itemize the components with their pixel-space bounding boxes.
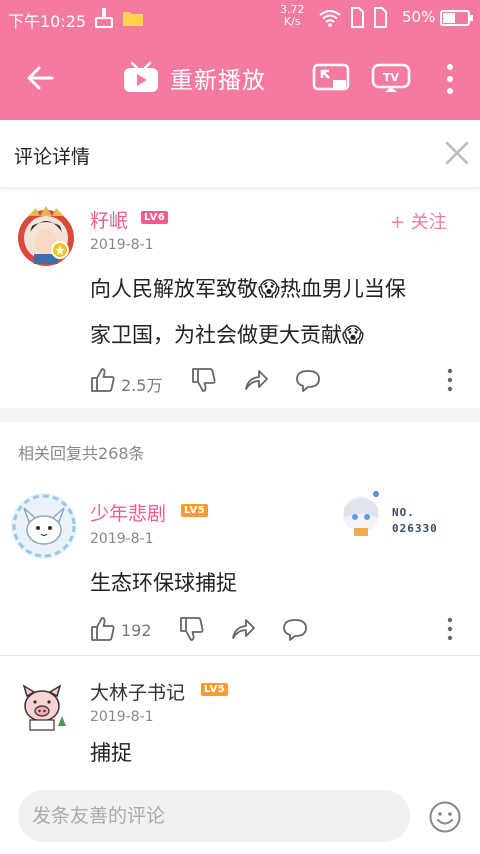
status-bar: 下午10:25 3.72 K/s 50% [0, 0, 480, 36]
level-badge: LV5 [201, 683, 229, 696]
emoji-icon[interactable] [428, 800, 462, 834]
sim-signal-icon [351, 7, 364, 28]
like-icon[interactable] [90, 616, 116, 642]
reply-username[interactable]: 大林子书记 [90, 678, 185, 705]
close-icon[interactable] [444, 140, 470, 166]
dislike-icon[interactable] [179, 616, 205, 642]
like-count: 192 [121, 621, 152, 640]
comment-input-bar: 发条友善的评论 [0, 782, 480, 854]
replay-button-label[interactable]: 重新播放 [170, 61, 266, 95]
reply-comment-icon[interactable] [295, 367, 321, 393]
wifi-icon [319, 10, 341, 27]
reply-divider [0, 655, 480, 656]
cast-tv-icon[interactable]: TV [371, 63, 411, 93]
comment-text-line: 向人民解放军致敬😱热血男儿当保 [90, 277, 406, 301]
reply-more-icon[interactable] [446, 617, 454, 641]
comment-detail-header: 评论详情 [0, 120, 480, 188]
cleaner-icon [95, 8, 113, 28]
app-bar: 重新播放 TV [0, 36, 480, 120]
folder-icon [123, 12, 143, 26]
comment-text: 向人民解放军致敬😱热血男儿当保 家卫国，为社会做更大贡献😱 [90, 266, 406, 358]
reply-item: 少年悲剧 LV5 NO. 026330 2019-8-1 生态环保球捕捉 192 [0, 488, 480, 654]
network-speed: 3.72 K/s [280, 3, 305, 28]
reply-text: 生态环保球捕捉 [90, 571, 237, 595]
section-divider [0, 408, 480, 422]
badge-number: 026330 [392, 522, 438, 535]
like-count: 2.5万 [121, 376, 163, 395]
comment-detail-title: 评论详情 [14, 146, 91, 168]
dislike-icon[interactable] [191, 367, 217, 393]
reply-username[interactable]: 少年悲剧 [90, 499, 166, 526]
reply-item: 大林子书记 LV5 2019-8-1 捕捉 [0, 670, 480, 782]
comment-username[interactable]: 籽岷 [90, 206, 128, 233]
more-vertical-icon[interactable] [440, 62, 460, 96]
level-badge: LV6 [141, 211, 169, 224]
battery-icon [440, 10, 473, 26]
battery-percent: 50% [402, 8, 436, 26]
comment-more-icon[interactable] [446, 368, 454, 392]
main-comment: 籽岷 LV6 + 关注 2019-8-1 向人民解放军致敬😱热血男儿当保 家卫国… [0, 188, 480, 408]
reply-date: 2019-8-1 [90, 531, 154, 547]
avatar[interactable] [14, 204, 78, 268]
level-badge: LV5 [181, 504, 209, 517]
status-time: 下午10:25 [8, 12, 87, 31]
badge-no-label: NO. [392, 506, 415, 519]
avatar[interactable] [10, 492, 78, 560]
reply-date: 2019-8-1 [90, 709, 154, 725]
sim-signal-icon-2 [374, 7, 387, 28]
comment-date: 2019-8-1 [90, 237, 154, 253]
picture-in-picture-icon[interactable] [312, 63, 350, 93]
comment-input[interactable]: 发条友善的评论 [18, 790, 410, 842]
reply-text: 捕捉 [90, 741, 132, 765]
like-icon[interactable] [90, 367, 116, 393]
share-icon[interactable] [243, 367, 269, 393]
follow-button[interactable]: + 关注 [390, 208, 447, 234]
replies-count: 相关回复共268条 [18, 444, 145, 463]
reply-comment-icon[interactable] [282, 616, 308, 642]
back-arrow-icon[interactable] [22, 62, 58, 94]
comment-text-line: 家卫国，为社会做更大贡献😱 [90, 323, 364, 347]
share-icon[interactable] [230, 616, 256, 642]
avatar[interactable] [18, 682, 68, 732]
fan-badge-character [343, 491, 379, 536]
svg-text:TV: TV [383, 71, 400, 84]
tv-play-icon[interactable] [122, 62, 160, 94]
